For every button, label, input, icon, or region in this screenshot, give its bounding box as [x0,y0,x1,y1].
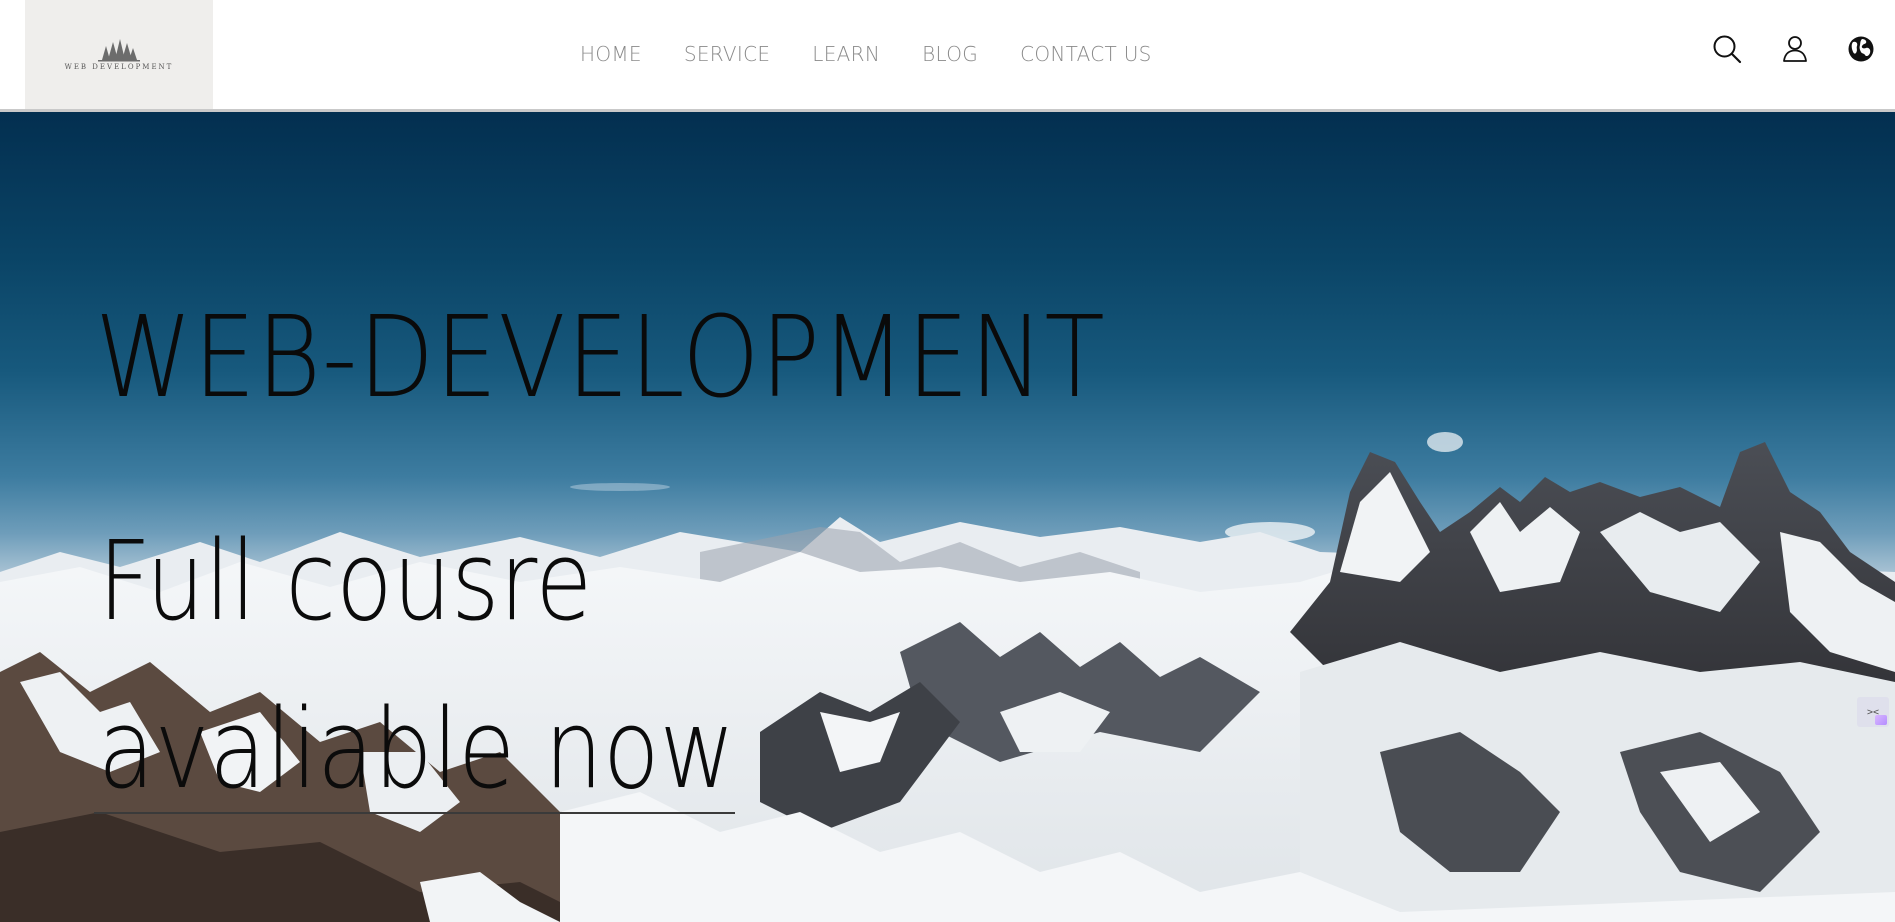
hero-subtitle-line-1: Full cousre [98,517,593,645]
search-icon[interactable] [1711,33,1743,65]
globe-icon[interactable] [1845,33,1877,65]
logo-text: WEB DEVELOPMENT [64,63,174,71]
nav-blog[interactable]: BLOG [922,42,978,66]
nav-service[interactable]: SERVICE [684,42,770,66]
site-header: WEB DEVELOPMENT HOME SERVICE LEARN BLOG … [0,0,1895,112]
nav-contact-us[interactable]: CONTACT US [1020,42,1152,66]
user-icon[interactable] [1779,33,1811,65]
hero-subtitle: Full cousre avaliable now [98,497,735,833]
hero-subtitle-line-2: avaliable now [98,685,736,813]
nav-learn[interactable]: LEARN [812,42,880,66]
floating-widget-button[interactable]: >< [1857,697,1889,727]
pine-trees-logo-icon [98,39,140,62]
main-nav: HOME SERVICE LEARN BLOG CONTACT US [580,42,1152,66]
hero-title: WEB-DEVELOPMENT [95,293,1106,423]
hero-divider [94,812,735,814]
hero-banner: WEB-DEVELOPMENT Full cousre avaliable no… [0,112,1895,922]
logo[interactable]: WEB DEVELOPMENT [25,0,213,109]
nav-home[interactable]: HOME [580,42,642,66]
